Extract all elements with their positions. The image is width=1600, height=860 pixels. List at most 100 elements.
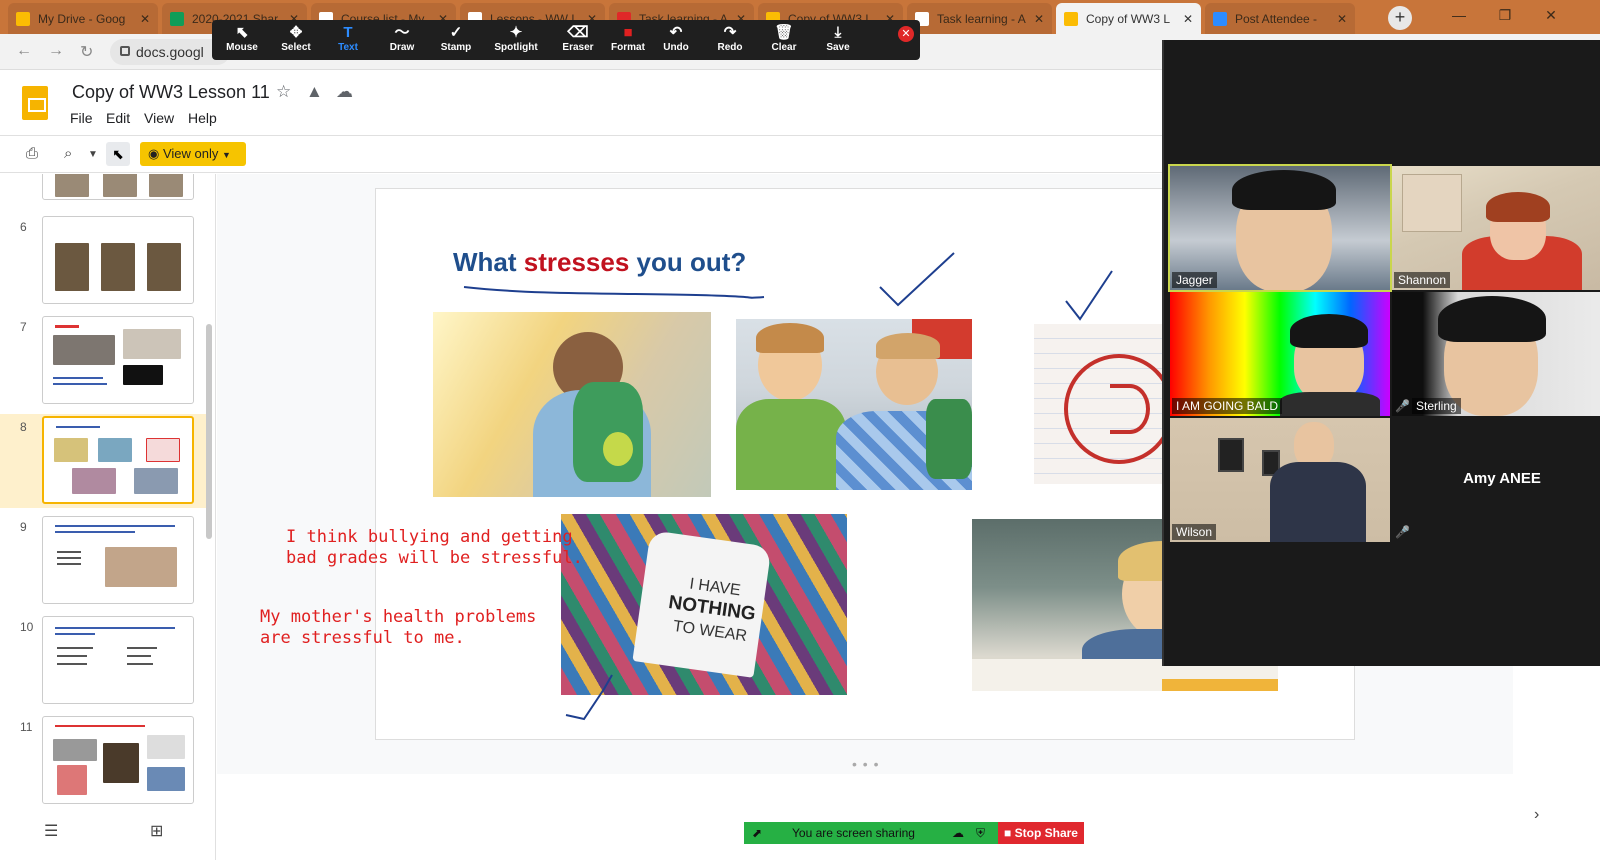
close-icon[interactable]: ✕ xyxy=(140,12,150,26)
browser-tab[interactable]: Post Attendee - ✕ xyxy=(1205,3,1355,34)
annotation-line: are stressful to me. xyxy=(260,628,465,648)
menu-help[interactable]: Help xyxy=(188,110,217,126)
chevron-down-icon[interactable]: ▼ xyxy=(88,149,98,160)
tool-label: Select xyxy=(281,42,311,53)
network-icon: ☁ xyxy=(952,826,964,840)
tool-text[interactable]: T Text xyxy=(320,24,376,58)
tool-spotlight[interactable]: ✦ Spotlight xyxy=(488,24,544,58)
maximize-icon[interactable]: ❐ xyxy=(1482,0,1528,30)
slide-number: 6 xyxy=(20,220,27,234)
participant-tile[interactable]: Shannon xyxy=(1392,166,1600,290)
print-icon[interactable]: ⎙ xyxy=(26,145,38,162)
save-icon: ⤓ xyxy=(834,24,842,41)
slide-thumbnail[interactable]: 6 xyxy=(0,214,208,308)
stop-share-button[interactable]: ■ Stop Share xyxy=(998,822,1084,844)
slide-preview xyxy=(42,216,194,304)
redo-icon: ↷ xyxy=(723,24,737,41)
back-icon[interactable]: ← xyxy=(16,42,32,60)
slide-number: 10 xyxy=(20,620,34,634)
tool-label: Save xyxy=(826,42,850,53)
tool-label: Clear xyxy=(771,42,797,53)
participant-tile[interactable]: Wilson xyxy=(1170,418,1390,542)
forward-icon[interactable]: → xyxy=(48,42,64,60)
participant-tile[interactable]: Jagger xyxy=(1168,164,1392,292)
slide-thumbnail[interactable]: 9 xyxy=(0,514,208,608)
tool-clear[interactable]: 🗑 Clear xyxy=(756,24,812,58)
sheets-icon xyxy=(170,11,184,26)
tool-stamp[interactable]: ✓ Stamp xyxy=(428,24,484,58)
slide-preview xyxy=(42,616,194,704)
participant-video xyxy=(1232,170,1336,210)
menu-view[interactable]: View xyxy=(144,110,174,126)
url-text: docs.googl xyxy=(136,44,204,60)
share-status-text: You are screen sharing xyxy=(792,826,915,840)
tool-eraser[interactable]: ⌫ Eraser xyxy=(550,24,606,58)
participant-tile[interactable]: Sterling 🎤 xyxy=(1392,292,1600,416)
close-icon[interactable]: ✕ xyxy=(1337,12,1347,26)
slides-logo[interactable] xyxy=(22,86,48,120)
browser-tab-active[interactable]: Copy of WW3 L ✕ xyxy=(1056,3,1201,34)
chevron-right-icon[interactable]: › xyxy=(1534,806,1539,824)
stop-share-label: Stop Share xyxy=(1014,826,1078,840)
zoom-icon[interactable]: ⌕ xyxy=(64,145,72,162)
participant-tile[interactable]: I AM GOING BALD xyxy=(1170,292,1390,416)
star-icon[interactable]: ☆ xyxy=(276,82,291,102)
close-annotation-icon[interactable]: ✕ xyxy=(898,26,914,42)
browser-tab[interactable]: My Drive - Goog ✕ xyxy=(8,3,158,34)
tool-draw[interactable]: 〜 Draw xyxy=(374,24,430,58)
tool-select[interactable]: ✥ Select xyxy=(268,24,324,58)
slide-thumbnail[interactable] xyxy=(0,174,208,204)
slide-thumbnail[interactable]: 11 xyxy=(0,714,208,808)
browser-tab[interactable]: Task learning - A ✕ xyxy=(907,3,1052,34)
menu-file[interactable]: File xyxy=(70,110,93,126)
close-icon[interactable]: ✕ xyxy=(1183,12,1193,26)
tab-title: Post Attendee - xyxy=(1235,11,1318,26)
tool-label: Format xyxy=(611,42,645,53)
chevron-down-icon: ▼ xyxy=(222,150,231,160)
tool-redo[interactable]: ↷ Redo xyxy=(702,24,758,58)
tool-undo[interactable]: ↶ Undo xyxy=(648,24,704,58)
annotation-text-health: My mother's health problems are stressfu… xyxy=(260,607,536,649)
speaker-notes-area[interactable] xyxy=(217,774,1513,860)
participant-tile[interactable]: Amy ANEE 🎤 xyxy=(1392,418,1600,542)
cloud-status-icon[interactable]: ☁ xyxy=(336,82,353,102)
menu-edit[interactable]: Edit xyxy=(106,110,130,126)
tool-save[interactable]: ⤓ Save xyxy=(810,24,866,58)
tool-label: Draw xyxy=(389,42,415,53)
reload-icon[interactable]: ↻ xyxy=(80,42,93,62)
slide-thumbnail-current[interactable]: 8 xyxy=(0,414,208,508)
grid-view-icon[interactable]: ⊞ xyxy=(150,821,163,841)
annotation-line: My mother's health problems xyxy=(260,607,537,627)
share-arrow-icon: ⬈ xyxy=(752,826,763,840)
drag-handle-icon[interactable]: • • • xyxy=(852,756,879,772)
slide-number: 11 xyxy=(20,720,33,734)
stop-icon: ■ xyxy=(1004,826,1012,840)
view-only-button[interactable]: ◉ View only ▼ xyxy=(140,142,246,166)
new-tab-button[interactable]: + xyxy=(1388,6,1412,30)
slide-thumbnail[interactable]: 7 xyxy=(0,314,208,408)
window-close-icon[interactable]: ✕ xyxy=(1528,0,1574,30)
select-cursor-button[interactable]: ⬉ xyxy=(106,142,130,166)
checkmark-stroke xyxy=(565,674,613,721)
participant-name: Jagger xyxy=(1172,272,1217,288)
slide-thumbnail[interactable]: 10 xyxy=(0,614,208,708)
slide-preview xyxy=(42,416,194,504)
list-view-icon[interactable]: ☰ xyxy=(44,821,58,841)
document-title[interactable]: Copy of WW3 Lesson 11 xyxy=(72,82,270,103)
underline-stroke xyxy=(463,286,765,299)
participant-name: Shannon xyxy=(1394,272,1451,288)
drive-icon xyxy=(16,11,30,26)
checkmark-stroke xyxy=(879,252,955,307)
tool-label: Text xyxy=(338,42,358,53)
tab-title: My Drive - Goog xyxy=(38,11,126,26)
draw-icon: 〜 xyxy=(394,24,410,41)
close-icon[interactable]: ✕ xyxy=(1034,12,1044,26)
stamp-icon: ✓ xyxy=(449,24,463,41)
slide-number: 7 xyxy=(20,320,27,334)
tool-mouse[interactable]: ⬉ Mouse xyxy=(214,24,270,58)
minimize-icon[interactable]: — xyxy=(1436,0,1482,30)
filmstrip-scrollbar[interactable] xyxy=(206,324,212,539)
tool-label: Eraser xyxy=(562,42,594,53)
drive-move-icon[interactable]: ▲ xyxy=(306,82,323,102)
screen-share-bar: ⬈ You are screen sharing ☁ ⛨ ■ Stop Shar… xyxy=(744,822,1084,844)
